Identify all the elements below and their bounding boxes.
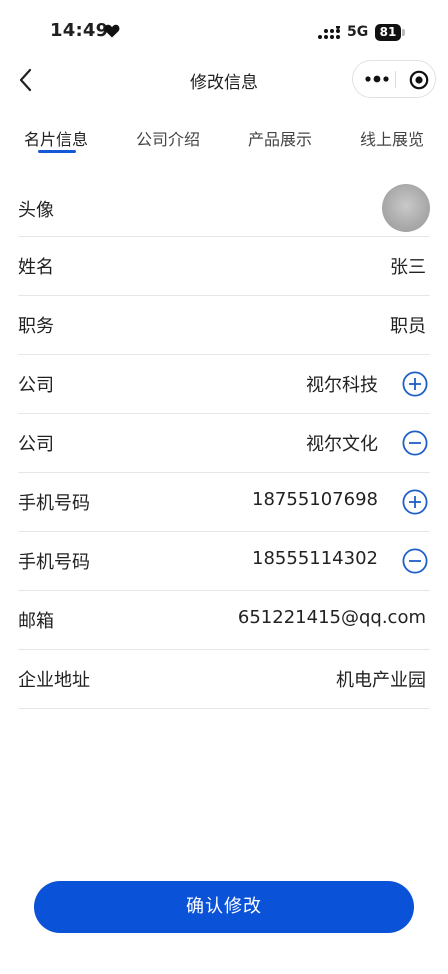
- network-type: 5G: [347, 24, 369, 40]
- signal-icon: [318, 26, 340, 39]
- battery-tip: [402, 29, 405, 36]
- address-value[interactable]: 机电产业园: [336, 666, 426, 692]
- tab-bar: 名片信息 公司介绍 产品展示 线上展览: [0, 126, 448, 160]
- phone-value[interactable]: 18555114302: [252, 548, 378, 569]
- row-name[interactable]: 姓名 张三: [18, 237, 430, 296]
- avatar-label: 头像: [18, 200, 54, 221]
- row-company-2[interactable]: 公司 视尔文化: [18, 414, 430, 473]
- heart-icon: [104, 24, 120, 38]
- row-position[interactable]: 职务 职员: [18, 296, 430, 355]
- position-value[interactable]: 职员: [390, 312, 426, 338]
- capsule-divider: [395, 71, 396, 88]
- tab-product-display[interactable]: 产品展示: [248, 126, 312, 150]
- status-time: 14:49: [50, 20, 109, 41]
- phone-value[interactable]: 18755107698: [252, 489, 378, 510]
- mini-program-capsule: [352, 60, 436, 98]
- company-label: 公司: [18, 375, 54, 396]
- name-value[interactable]: 张三: [390, 253, 426, 279]
- tab-company-intro[interactable]: 公司介绍: [136, 126, 200, 150]
- battery-icon: 81: [375, 24, 401, 41]
- company-label: 公司: [18, 434, 54, 455]
- profile-form: 头像 姓名 张三 职务 职员 公司 视尔科技 公司 视尔文化 手机号码 1875…: [18, 180, 430, 709]
- email-label: 邮箱: [18, 611, 54, 632]
- minus-circle-icon[interactable]: [402, 548, 428, 574]
- minus-circle-icon[interactable]: [402, 430, 428, 456]
- email-value[interactable]: 651221415@qq.com: [238, 607, 426, 628]
- row-company-1[interactable]: 公司 视尔科技: [18, 355, 430, 414]
- plus-circle-icon[interactable]: [402, 489, 428, 515]
- row-address[interactable]: 企业地址 机电产业园: [18, 650, 430, 709]
- name-label: 姓名: [18, 257, 54, 278]
- company-value[interactable]: 视尔文化: [306, 430, 378, 456]
- avatar[interactable]: [382, 184, 430, 232]
- row-phone-2[interactable]: 手机号码 18555114302: [18, 532, 430, 591]
- phone-label: 手机号码: [18, 552, 90, 573]
- tab-card-info[interactable]: 名片信息: [24, 126, 88, 150]
- more-icon[interactable]: [364, 71, 390, 87]
- address-label: 企业地址: [18, 670, 90, 691]
- row-email[interactable]: 邮箱 651221415@qq.com: [18, 591, 430, 650]
- tab-online-exhibition[interactable]: 线上展览: [360, 126, 424, 150]
- phone-label: 手机号码: [18, 493, 90, 514]
- status-bar: 14:49 5G 81: [0, 0, 448, 60]
- confirm-button[interactable]: 确认修改: [34, 881, 414, 933]
- row-phone-1[interactable]: 手机号码 18755107698: [18, 473, 430, 532]
- position-label: 职务: [18, 316, 54, 337]
- company-value[interactable]: 视尔科技: [306, 371, 378, 397]
- active-tab-indicator: [38, 150, 76, 153]
- row-avatar[interactable]: 头像: [18, 180, 430, 237]
- plus-circle-icon[interactable]: [402, 371, 428, 397]
- target-icon[interactable]: [409, 70, 429, 90]
